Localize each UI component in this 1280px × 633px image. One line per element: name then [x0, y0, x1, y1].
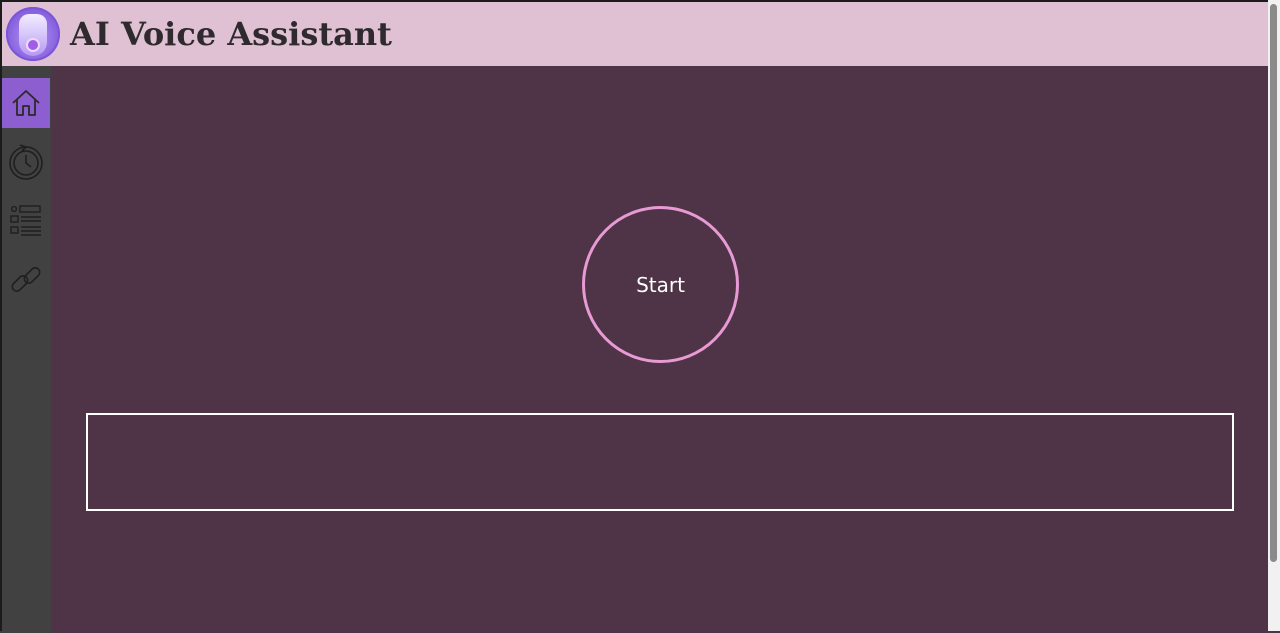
history-clock-icon — [9, 144, 43, 180]
start-button[interactable]: Start — [582, 206, 739, 363]
sidebar-item-list[interactable] — [2, 196, 50, 246]
sidebar-item-home[interactable] — [2, 78, 50, 128]
sidebar-item-history[interactable] — [2, 137, 50, 187]
list-icon — [10, 205, 41, 236]
app-title: AI Voice Assistant — [70, 15, 392, 53]
link-icon — [11, 267, 41, 292]
page-scrollbar[interactable] — [1268, 0, 1280, 631]
home-icon — [12, 90, 40, 116]
app-header: AI Voice Assistant — [2, 2, 1268, 66]
transcript-box[interactable] — [86, 413, 1234, 511]
sidebar-item-links[interactable] — [2, 255, 50, 305]
sidebar — [2, 66, 51, 633]
app-window: AI Voice Assistant Start — [0, 0, 1268, 633]
scrollbar-thumb[interactable] — [1270, 4, 1277, 562]
voice-assistant-logo-icon — [6, 7, 60, 61]
main-content: Start — [51, 66, 1268, 633]
